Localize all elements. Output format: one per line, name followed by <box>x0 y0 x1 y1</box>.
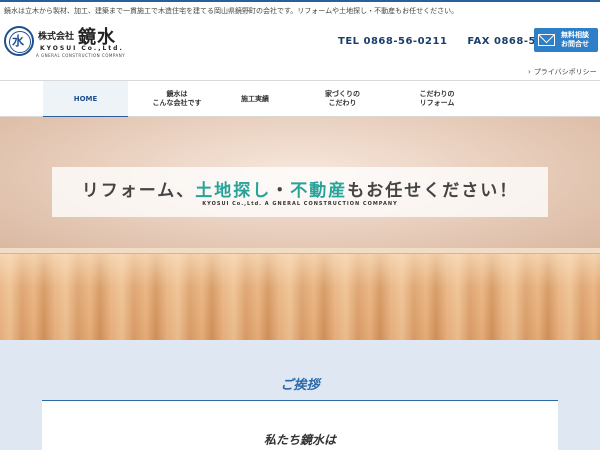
fax-label: FAX <box>467 36 491 47</box>
free-consultation-button[interactable]: 無料相談 お問合せ <box>534 28 598 52</box>
greeting-title: ご挨拶 <box>280 378 320 393</box>
hero-text-dot: ・ <box>271 181 291 201</box>
nav-reform[interactable]: こだわりの リフォーム <box>392 81 482 117</box>
nav-works[interactable]: 施工実績 <box>210 81 300 117</box>
hero-text-realestate: 不動産 <box>290 181 348 201</box>
kyosui-logo-icon[interactable]: 水 <box>4 26 34 56</box>
company-description: 鏡水は立木から製材、加工、建築まで一貫施工で木造住宅を建てる岡山県鏡野町の会社で… <box>4 7 459 15</box>
nav-reform-label: こだわりの リフォーム <box>419 90 455 107</box>
main-navigation: HOME 鏡水は こんな会社です 施工実績 家づくりの こだわり こだわりの リフォー… <box>0 80 600 118</box>
greeting-card: 私たち鏡水は <box>42 400 558 450</box>
consult-label: 無料相談 お問合せ <box>561 31 597 49</box>
nav-housebuilding[interactable]: 家づくりの こだわり <box>300 81 385 117</box>
hero-text-leave: もお任せください！ <box>347 181 519 201</box>
nav-home[interactable]: HOME <box>43 81 128 118</box>
company-english-name: KYOSUI Co.,Ltd. <box>40 45 124 52</box>
hero-text-land: 土地探し <box>195 181 272 201</box>
greeting-section: ご挨拶 私たち鏡水は <box>0 340 600 450</box>
privacy-label: プライバシポリシー <box>533 68 597 76</box>
hero-baseboard <box>0 248 600 254</box>
consult-line-1: 無料相談 <box>561 31 589 39</box>
logo-glyph: 水 <box>12 34 25 48</box>
mail-icon <box>538 34 555 46</box>
top-info-strip: 鏡水は立木から製材、加工、建築まで一貫施工で木造住宅を建てる岡山県鏡野町の会社で… <box>0 0 600 20</box>
hero-text-reform: リフォーム、 <box>81 181 196 201</box>
hero-headline: リフォーム、土地探し・不動産もお任せください！ <box>52 176 548 201</box>
nav-home-label: HOME <box>73 94 98 103</box>
hero-banner: リフォーム、土地探し・不動産もお任せください！ KYOSUI Co.,Ltd. … <box>52 167 548 217</box>
site-header: 水 株式会社 鏡水 KYOSUI Co.,Ltd. A GNERAL CONST… <box>0 20 600 78</box>
nav-works-label: 施工実績 <box>241 94 269 103</box>
chevron-right-icon: › <box>528 68 531 76</box>
nav-about-label: 鏡水は こんな会社です <box>152 90 202 107</box>
greeting-heading: 私たち鏡水は <box>263 433 336 447</box>
nav-housebuilding-label: 家づくりの こだわり <box>325 90 360 107</box>
hero-wood-floor <box>0 252 600 340</box>
company-type: 株式会社 <box>38 32 75 42</box>
tel-number[interactable]: 0868-56-0211 <box>364 36 448 47</box>
hero-subline: KYOSUI Co.,Ltd. A GNERAL CONSTRUCTION CO… <box>202 201 398 207</box>
company-subtitle: A GNERAL CONSTRUCTION COMPANY <box>36 53 126 58</box>
hero-image: リフォーム、土地探し・不動産もお任せください！ KYOSUI Co.,Ltd. … <box>0 117 600 340</box>
consult-line-2: お問合せ <box>561 40 589 48</box>
privacy-policy-link[interactable]: › プライバシポリシー <box>528 67 597 77</box>
tel-label: TEL <box>338 36 360 47</box>
